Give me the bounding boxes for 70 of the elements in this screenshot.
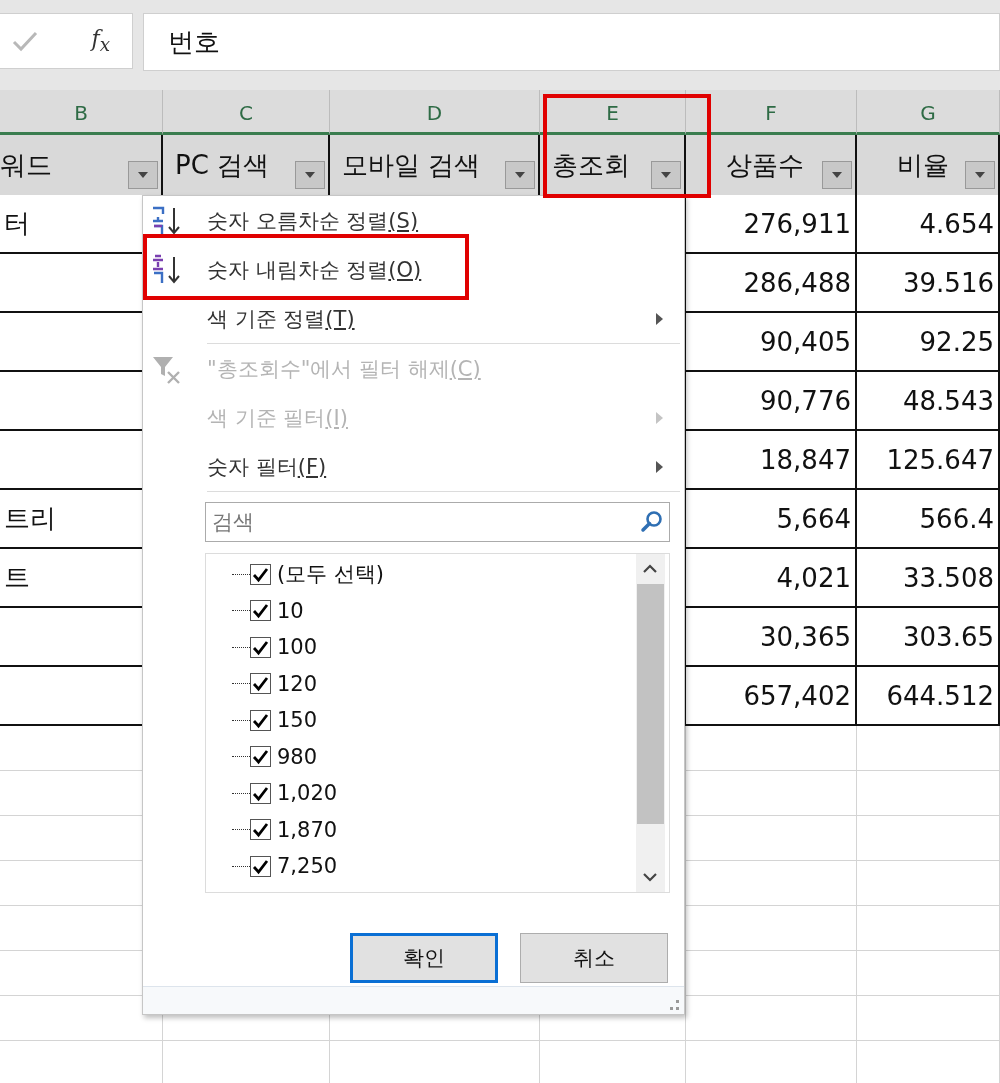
header-label: 총조회 xyxy=(552,148,630,182)
formula-field[interactable]: 번호 xyxy=(143,13,1000,71)
checkbox[interactable] xyxy=(250,600,271,622)
filter-dropdown-button[interactable] xyxy=(651,161,681,189)
menu-item[interactable]: 색 기준 정렬(T) xyxy=(143,294,684,343)
checkbox[interactable] xyxy=(250,855,271,877)
table-cell: 125.647 xyxy=(857,431,1000,490)
dialog-button[interactable]: 확인 xyxy=(350,933,498,983)
caret-icon xyxy=(660,171,672,179)
header-label: 모바일 검색 xyxy=(342,148,481,182)
table-cell: 4.654 xyxy=(857,195,1000,254)
filter-dropdown-button[interactable] xyxy=(822,161,852,189)
menu-item-label: "총조회수"에서 필터 해제(C) xyxy=(207,355,482,383)
submenu-arrow-icon xyxy=(655,311,664,326)
checkbox[interactable] xyxy=(250,746,271,768)
value-label: 980 xyxy=(277,744,318,769)
search-field[interactable]: 검색 xyxy=(205,502,670,542)
value-label: 100 xyxy=(277,635,318,660)
checkbox[interactable] xyxy=(250,563,271,585)
table-cell: 644.512 xyxy=(857,667,1000,726)
caret-icon xyxy=(304,171,316,179)
menu-item-label: 숫자 내림차순 정렬(O) xyxy=(207,256,423,284)
menu-item-label: 색 기준 정렬(T) xyxy=(207,305,356,333)
value-label: 1,020 xyxy=(277,781,338,806)
checkbox[interactable] xyxy=(250,709,271,731)
table-cell: 39.516 xyxy=(857,254,1000,313)
filter-dropdown-button[interactable] xyxy=(505,161,535,189)
caret-icon xyxy=(831,171,843,179)
menu-item-label: 색 기준 필터(I) xyxy=(207,404,349,432)
table-cell: 48.543 xyxy=(857,372,1000,431)
search-icon xyxy=(640,510,664,534)
insert-function-label[interactable]: f$_{x}$ xyxy=(91,26,110,56)
filter-dropdown-button[interactable] xyxy=(128,161,158,189)
table-cell: 303.65 xyxy=(857,608,1000,667)
column-header[interactable]: F xyxy=(686,90,857,135)
menu-item-label: 숫자 오름차순 정렬(S) xyxy=(207,207,420,235)
header-label: 워드 xyxy=(0,148,52,182)
checkbox[interactable] xyxy=(250,636,271,658)
caret-icon xyxy=(137,171,149,179)
column-header[interactable]: D xyxy=(330,90,540,135)
column-header[interactable]: C xyxy=(163,90,330,135)
resize-grip-icon[interactable] xyxy=(668,999,680,1011)
dialog-button[interactable]: 취소 xyxy=(520,933,668,983)
scroll-thumb[interactable] xyxy=(637,584,664,824)
value-label: 120 xyxy=(277,671,318,696)
caret-icon xyxy=(974,171,986,179)
header-label: PC 검색 xyxy=(175,148,270,182)
column-header[interactable]: B xyxy=(0,90,163,135)
caret-icon xyxy=(514,171,526,179)
header-label: 비율 xyxy=(897,148,949,182)
checkbox[interactable] xyxy=(250,819,271,841)
column-header[interactable]: G xyxy=(857,90,1000,135)
value-label: 150 xyxy=(277,708,318,733)
value-label: 7,250 xyxy=(277,854,338,879)
filter-dropdown-button[interactable] xyxy=(965,161,995,189)
menu-item[interactable]: 숫자 필터(F) xyxy=(143,442,684,491)
checkbox[interactable] xyxy=(250,782,271,804)
table-cell: 566.4 xyxy=(857,490,1000,549)
submenu-arrow-icon xyxy=(655,410,664,425)
header-label: 상품수 xyxy=(726,148,804,182)
table-cell: 33.508 xyxy=(857,549,1000,608)
menu-item-label: 숫자 필터(F) xyxy=(207,453,328,481)
submenu-arrow-icon xyxy=(655,459,664,474)
value-label: 10 xyxy=(277,598,304,623)
filter-dropdown-button[interactable] xyxy=(295,161,325,189)
check-icon[interactable] xyxy=(12,30,38,52)
value-label: (모두 선택) xyxy=(277,561,385,589)
checkbox[interactable] xyxy=(250,673,271,695)
value-label: 1,870 xyxy=(277,817,338,842)
table-cell: 92.25 xyxy=(857,313,1000,372)
